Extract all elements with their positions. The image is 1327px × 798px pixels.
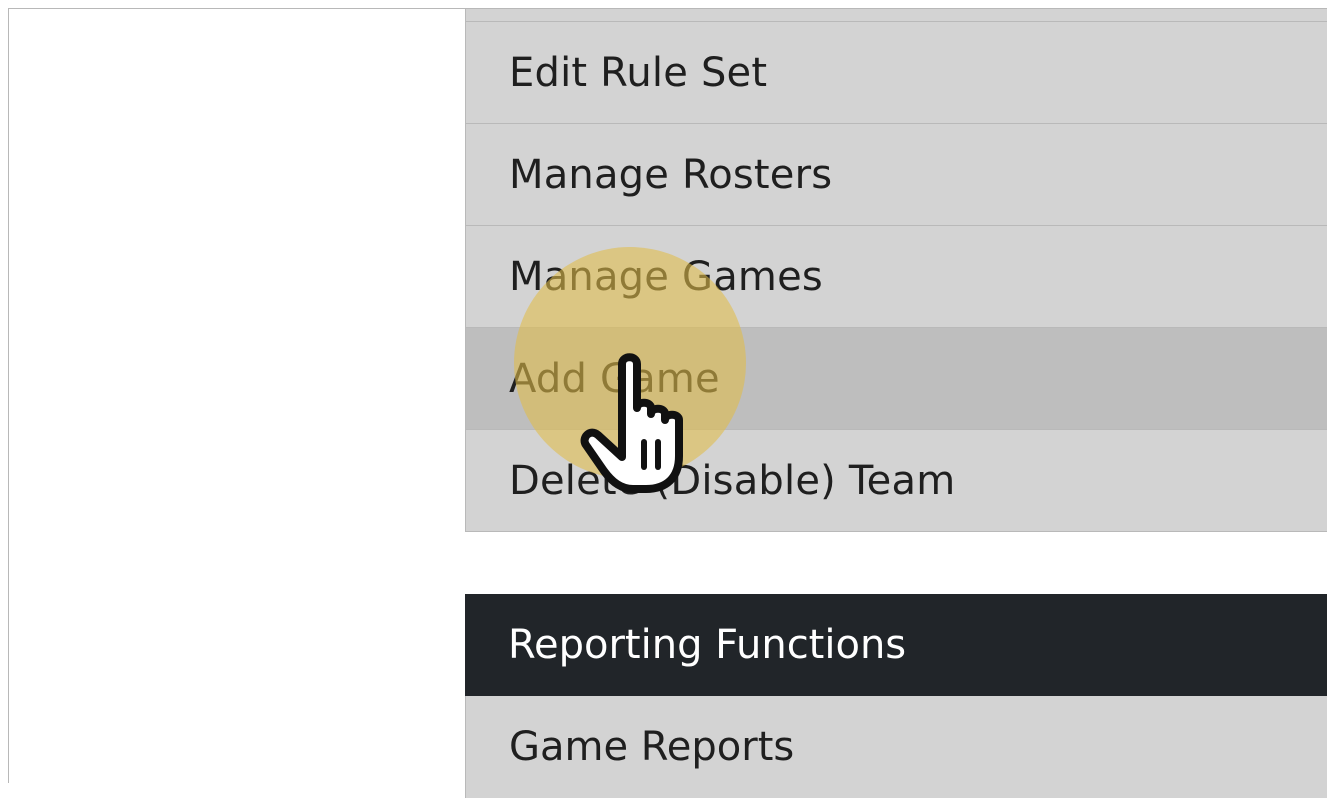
menu-item-partial[interactable] [465,9,1327,22]
menu-item-delete-team[interactable]: Delete (Disable) Team [465,430,1327,532]
menu-item-label: Edit Rule Set [509,49,768,96]
menu-item-label: Manage Rosters [509,151,833,198]
menu-item-edit-rule-set[interactable]: Edit Rule Set [465,22,1327,124]
menu-item-label: Game Reports [509,724,795,770]
menu-item-add-game[interactable]: Add Game [465,328,1327,430]
menu-item-manage-games[interactable]: Manage Games [465,226,1327,328]
reporting-functions-header: Reporting Functions [465,594,1327,696]
menu-item-label: Add Game [509,355,720,402]
team-functions-menu: Edit Rule Set Manage Rosters Manage Game… [465,22,1327,532]
menu-item-label: Delete (Disable) Team [509,457,956,504]
menu-item-label: Manage Games [509,253,823,300]
menu-item-manage-rosters[interactable]: Manage Rosters [465,124,1327,226]
section-header-label: Reporting Functions [508,622,907,668]
